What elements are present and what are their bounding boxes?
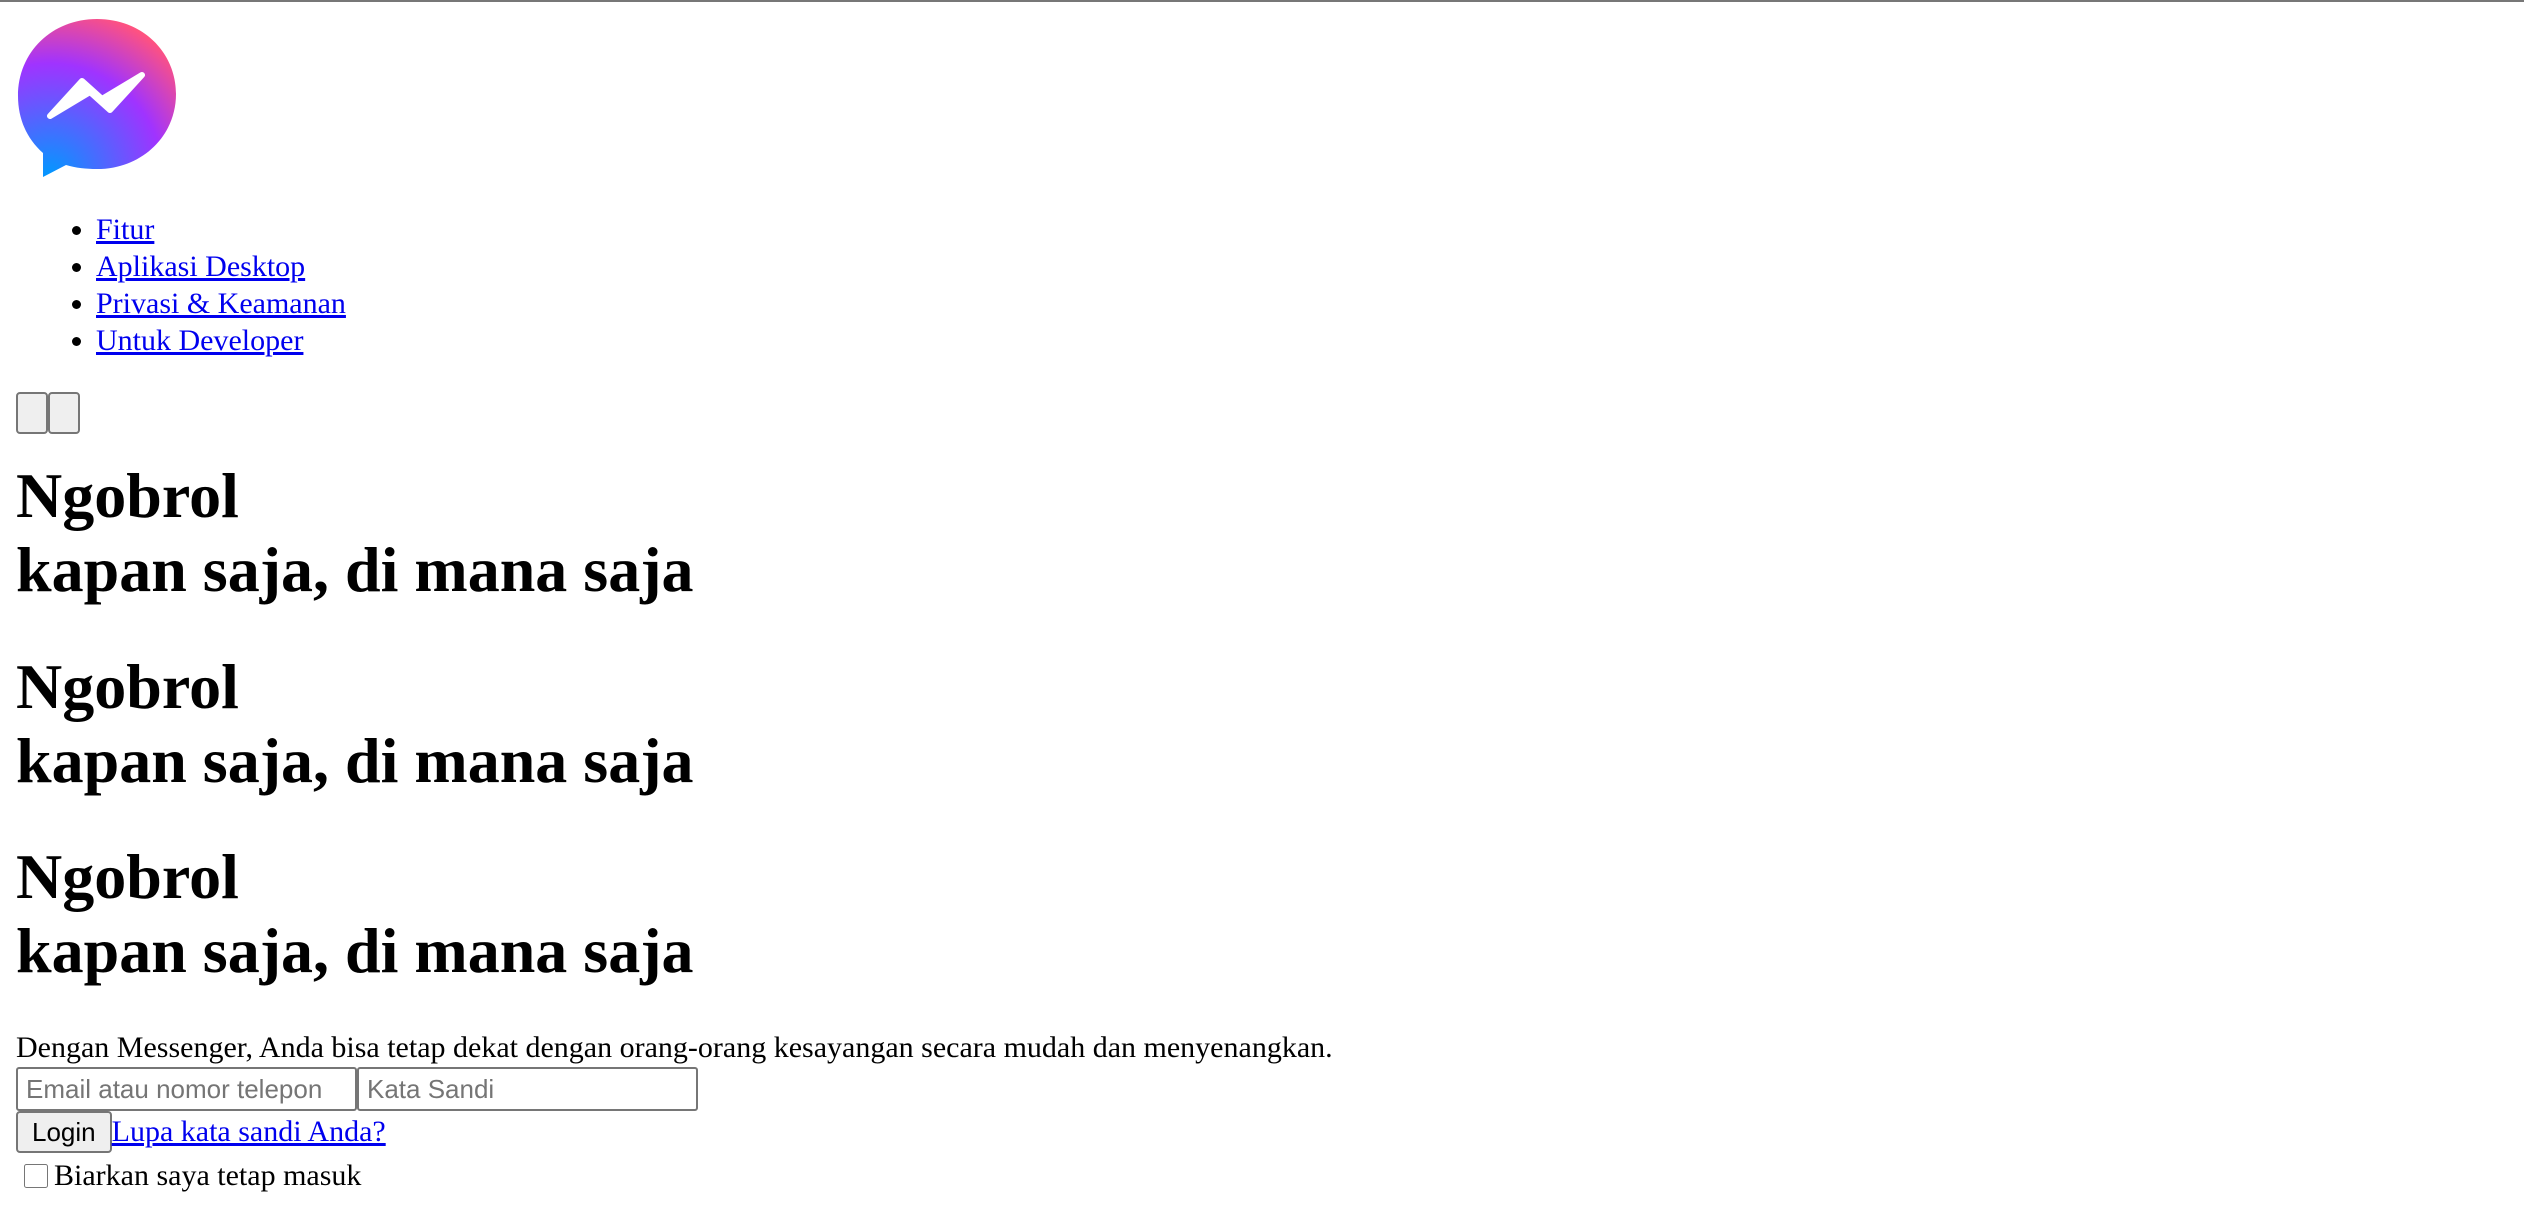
hero-heading-3: Ngobrol kapan saja, di mana saja bbox=[16, 840, 1333, 988]
remember-me: Biarkan saya tetap masuk bbox=[16, 1159, 1333, 1193]
login-button[interactable]: Login bbox=[16, 1111, 112, 1153]
hero-heading-1: Ngobrol kapan saja, di mana saja bbox=[16, 459, 1333, 607]
slider-next-button[interactable] bbox=[48, 392, 80, 434]
hero-heading-line1: Ngobrol bbox=[16, 460, 239, 531]
main-nav: Fitur Aplikasi Desktop Privasi & Keamana… bbox=[16, 211, 1333, 359]
slider-prev-button[interactable] bbox=[16, 392, 48, 434]
top-border bbox=[0, 0, 2524, 2]
nav-item-developers: Untuk Developer bbox=[96, 322, 1333, 359]
nav-item-desktop-app: Aplikasi Desktop bbox=[96, 248, 1333, 285]
hero-heading-line2: kapan saja, di mana saja bbox=[16, 534, 694, 605]
nav-item-features: Fitur bbox=[96, 211, 1333, 248]
description-text: Dengan Messenger, Anda bisa tetap dekat … bbox=[16, 1031, 1333, 1064]
email-input[interactable] bbox=[16, 1067, 357, 1111]
page: Fitur Aplikasi Desktop Privasi & Keamana… bbox=[16, 17, 1333, 1193]
nav-link-developers[interactable]: Untuk Developer bbox=[96, 324, 303, 357]
remember-me-label: Biarkan saya tetap masuk bbox=[54, 1159, 362, 1192]
nav-link-desktop-app[interactable]: Aplikasi Desktop bbox=[96, 250, 305, 283]
login-form: Login Lupa kata sandi Anda? Biarkan saya… bbox=[16, 1067, 1333, 1193]
hero-heading-line1: Ngobrol bbox=[16, 841, 239, 912]
nav-item-privacy: Privasi & Keamanan bbox=[96, 285, 1333, 322]
hero-heading-line1: Ngobrol bbox=[16, 651, 239, 722]
slider-controls bbox=[16, 392, 1333, 434]
hero-heading-line2: kapan saja, di mana saja bbox=[16, 915, 694, 986]
login-actions-row: Login Lupa kata sandi Anda? bbox=[16, 1111, 1333, 1153]
remember-me-checkbox[interactable] bbox=[24, 1164, 48, 1188]
password-input[interactable] bbox=[357, 1067, 698, 1111]
nav-link-features[interactable]: Fitur bbox=[96, 213, 154, 246]
messenger-logo-icon[interactable] bbox=[16, 17, 178, 179]
hero-heading-2: Ngobrol kapan saja, di mana saja bbox=[16, 650, 1333, 798]
forgot-password-link[interactable]: Lupa kata sandi Anda? bbox=[112, 1115, 386, 1149]
hero-heading-line2: kapan saja, di mana saja bbox=[16, 725, 694, 796]
credentials-row bbox=[16, 1067, 1333, 1111]
nav-link-privacy[interactable]: Privasi & Keamanan bbox=[96, 287, 346, 320]
